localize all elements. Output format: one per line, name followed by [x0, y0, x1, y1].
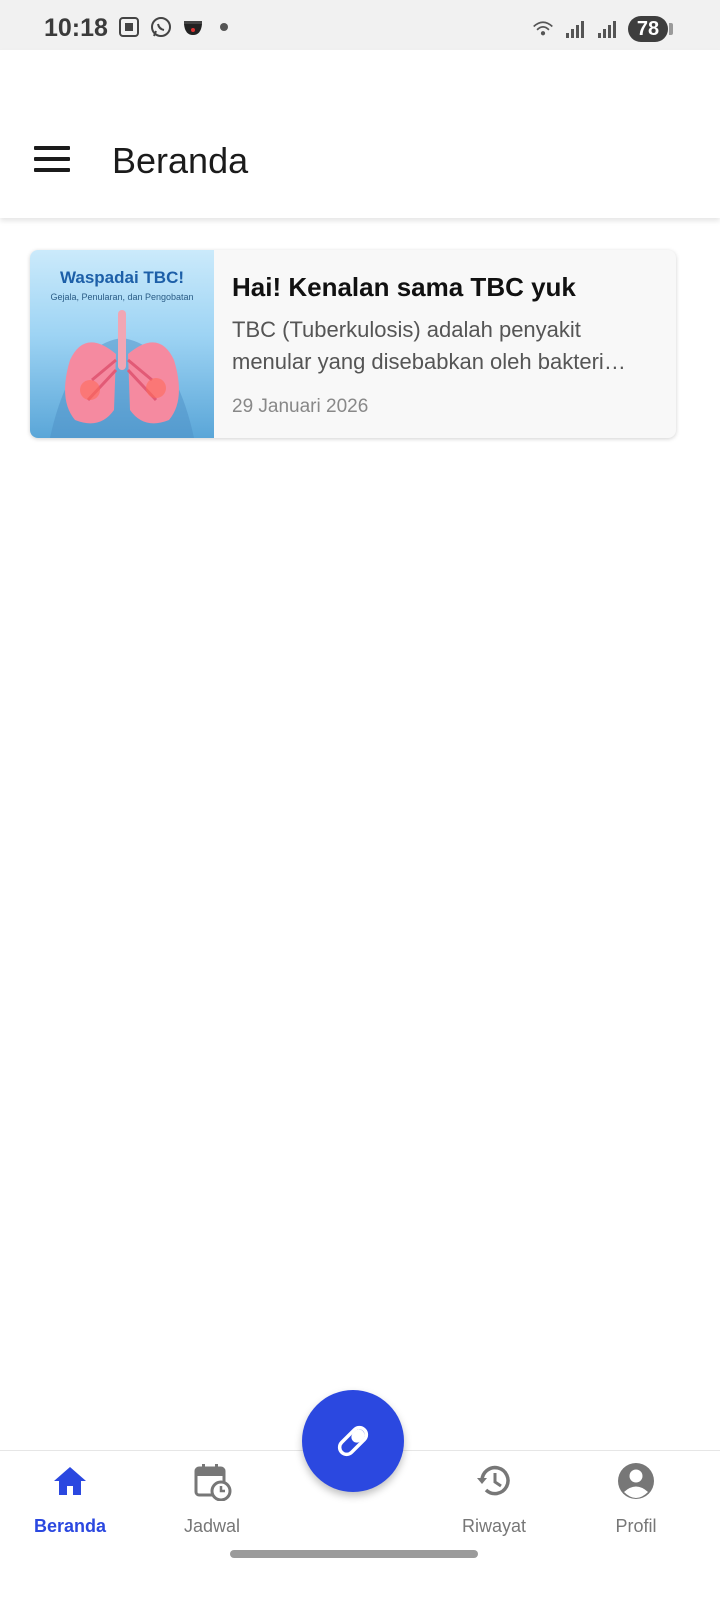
lungs-illustration: [50, 310, 194, 438]
whatsapp-icon: [150, 16, 172, 38]
nav-label: Profil: [615, 1516, 657, 1536]
menu-icon[interactable]: [34, 146, 70, 174]
status-bar: 10:18 78: [0, 0, 720, 50]
nav-item-riwayat[interactable]: Riwayat: [434, 1461, 554, 1537]
article-date: 29 Januari 2026: [232, 396, 369, 417]
nav-item-beranda[interactable]: Beranda: [10, 1461, 130, 1537]
status-time: 10:18: [44, 14, 108, 42]
nav-label: Jadwal: [183, 1516, 241, 1536]
more-notifications-dot: [220, 23, 228, 31]
signal-icon-2: [596, 18, 618, 40]
signal-icon-1: [564, 18, 586, 40]
nav-label: Beranda: [33, 1516, 107, 1536]
pill-icon: [337, 1425, 369, 1457]
calendar-clock-icon: [194, 1464, 232, 1502]
status-system-icons: 78: [532, 16, 673, 42]
battery-indicator: 78: [628, 16, 673, 42]
page-title: Beranda: [112, 140, 249, 181]
article-excerpt: TBC (Tuberkulosis) adalah penyakit menul…: [232, 317, 604, 374]
nav-item-profil[interactable]: Profil: [576, 1461, 696, 1537]
screenshot-icon: [118, 16, 140, 38]
article-thumbnail: Waspadai TBC! Gejala, Penularan, dan Pen…: [30, 250, 214, 438]
article-card[interactable]: Waspadai TBC! Gejala, Penularan, dan Pen…: [30, 250, 676, 438]
pill-fab-button[interactable]: [302, 1390, 404, 1492]
history-icon: [477, 1465, 510, 1496]
nav-label: Riwayat: [461, 1516, 527, 1536]
app-bar: Beranda: [0, 50, 720, 218]
status-notification-icons: [118, 16, 228, 38]
nav-item-jadwal[interactable]: Jadwal: [152, 1461, 272, 1537]
wifi-icon: [532, 18, 554, 40]
account-circle-icon: [618, 1463, 654, 1499]
article-title: Hai! Kenalan sama TBC yuk: [232, 272, 576, 302]
home-icon: [54, 1467, 86, 1495]
app-notification-icon: [182, 16, 204, 38]
home-indicator[interactable]: [230, 1550, 478, 1558]
